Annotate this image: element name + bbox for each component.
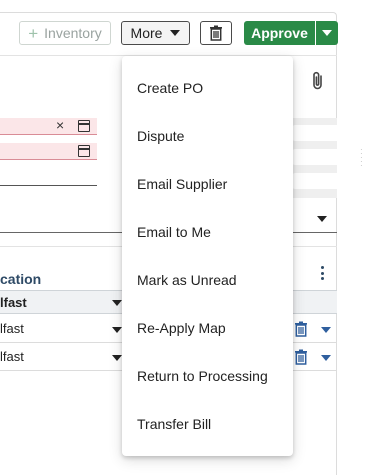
trash-icon[interactable] xyxy=(294,321,308,337)
menu-item-reapply-map[interactable]: Re-Apply Map xyxy=(122,304,293,352)
side-field-2[interactable] xyxy=(292,149,337,165)
more-button-label: More xyxy=(130,25,163,41)
chevron-down-icon[interactable] xyxy=(317,216,327,222)
location-cell[interactable]: lfast xyxy=(0,349,24,364)
plus-icon: + xyxy=(28,23,39,43)
calendar-icon[interactable] xyxy=(78,145,90,157)
menu-item-transfer-bill[interactable]: Transfer Bill xyxy=(122,400,293,448)
inventory-button-label: Inventory xyxy=(44,25,102,41)
menu-item-return-processing[interactable]: Return to Processing xyxy=(122,352,293,400)
inventory-button[interactable]: + Inventory xyxy=(19,21,111,45)
side-field-1[interactable] xyxy=(292,125,337,141)
text-field[interactable] xyxy=(0,185,97,186)
more-menu: Create PO Dispute Email Supplier Email t… xyxy=(122,56,293,456)
menu-item-create-po[interactable]: Create PO xyxy=(122,64,293,112)
location-column-title: cation xyxy=(0,271,42,287)
more-button[interactable]: More xyxy=(121,21,190,45)
delete-button[interactable] xyxy=(200,21,232,45)
trash-icon[interactable] xyxy=(294,349,308,365)
chevron-down-icon[interactable] xyxy=(321,355,331,361)
paperclip-icon[interactable] xyxy=(309,70,327,92)
menu-item-email-to-me[interactable]: Email to Me xyxy=(122,208,293,256)
chevron-down-icon xyxy=(170,30,181,36)
chevron-down-icon[interactable] xyxy=(112,300,122,306)
chevron-down-icon[interactable] xyxy=(321,327,331,333)
date-field-1[interactable]: × xyxy=(0,117,97,135)
approve-button[interactable]: Approve xyxy=(244,21,315,45)
side-field-3[interactable] xyxy=(292,173,337,189)
menu-item-email-supplier[interactable]: Email Supplier xyxy=(122,160,293,208)
location-cell[interactable]: lfast xyxy=(0,321,24,336)
approve-options-button[interactable] xyxy=(316,21,338,45)
side-fields xyxy=(287,118,337,198)
menu-item-mark-unread[interactable]: Mark as Unread xyxy=(122,256,293,304)
chevron-down-icon xyxy=(322,30,332,36)
kebab-menu-icon[interactable] xyxy=(314,266,330,284)
header-cell: lfast xyxy=(0,295,27,310)
chevron-down-icon[interactable] xyxy=(112,355,122,361)
menu-item-dispute[interactable]: Dispute xyxy=(122,112,293,160)
date-field-2[interactable] xyxy=(0,143,97,160)
resize-grip[interactable]: · · · · · xyxy=(360,146,363,170)
chevron-down-icon[interactable] xyxy=(112,327,122,333)
close-icon[interactable]: × xyxy=(56,117,64,133)
trash-icon xyxy=(210,25,222,41)
calendar-icon[interactable] xyxy=(78,120,90,132)
